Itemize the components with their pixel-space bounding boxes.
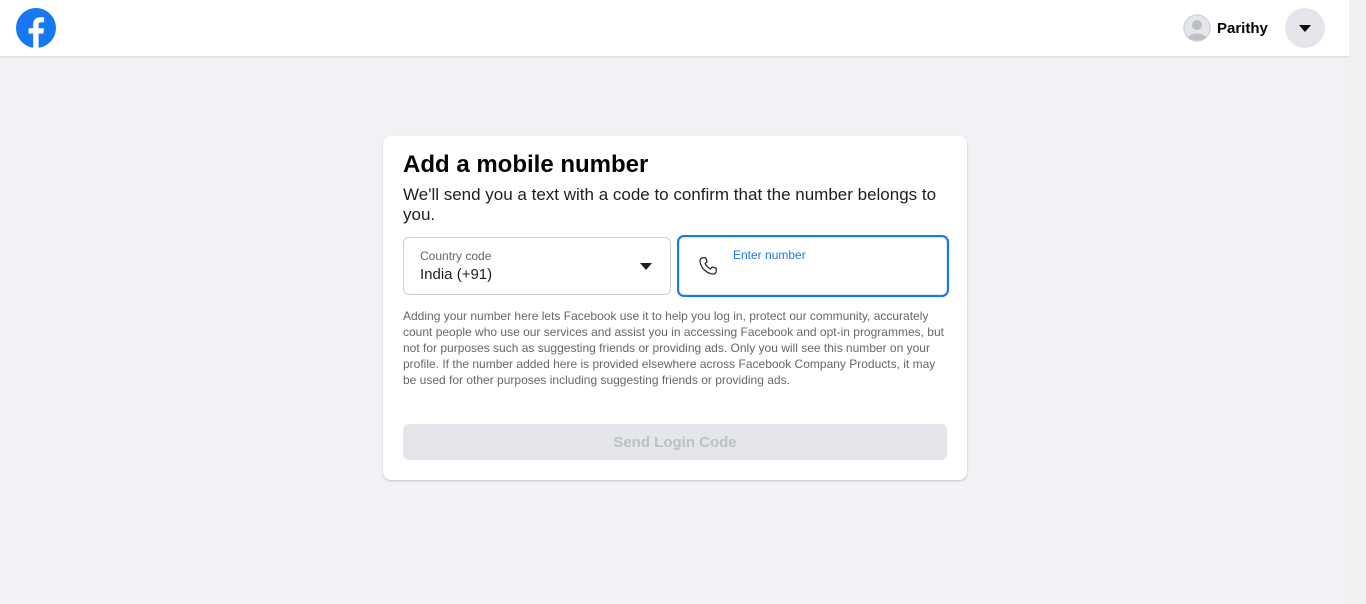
send-login-code-button[interactable]: Send Login Code [403,424,947,460]
phone-number-field[interactable]: Enter number [677,235,949,297]
top-navigation-bar: Parithy [0,0,1349,56]
country-code-value: India (+91) [420,266,493,283]
account-menu-button[interactable] [1285,8,1325,48]
country-code-label: Country code [420,249,492,263]
caret-down-icon [1299,24,1311,32]
phone-icon [699,257,717,275]
profile-name: Parithy [1217,19,1268,37]
add-mobile-number-card: Add a mobile number We'll send you a tex… [383,136,967,480]
phone-number-label: Enter number [733,248,806,262]
default-avatar-icon [1183,14,1211,42]
profile-button[interactable]: Parithy [1179,10,1278,46]
caret-down-icon [640,263,652,270]
card-subtitle: We'll send you a text with a code to con… [403,185,937,224]
disclaimer-text: Adding your number here lets Facebook us… [403,309,944,387]
avatar [1183,14,1211,42]
phone-number-input[interactable] [733,265,933,287]
page-scrollbar[interactable] [1349,0,1366,604]
page-title: Add a mobile number [403,151,649,178]
country-code-select[interactable]: Country code India (+91) [403,237,671,295]
facebook-logo-icon[interactable] [16,8,56,48]
